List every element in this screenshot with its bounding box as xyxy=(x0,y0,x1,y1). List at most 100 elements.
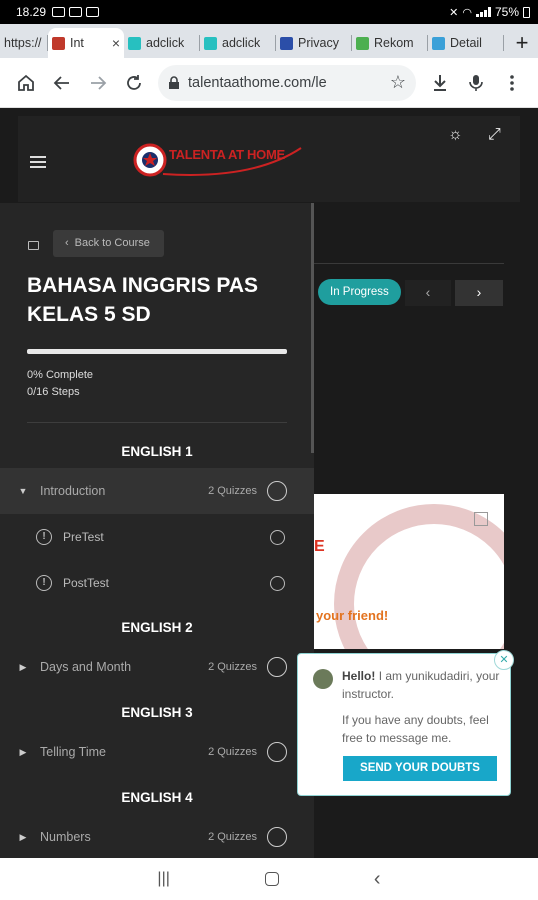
close-tab-icon[interactable]: × xyxy=(112,35,120,51)
completion-circle-icon xyxy=(270,575,285,591)
lesson-name: Numbers xyxy=(40,830,91,844)
bookmark-star-icon[interactable]: ☆ xyxy=(390,72,406,93)
browser-tab[interactable]: Detail xyxy=(428,28,504,58)
completion-circle-icon xyxy=(267,481,287,501)
quiz-item-pretest[interactable]: ! PreTest xyxy=(0,517,314,557)
url-text: talentaathome.com/le xyxy=(188,74,327,91)
download-icon xyxy=(434,74,446,91)
sidebar-scrollbar[interactable] xyxy=(311,203,314,453)
tab-title: adclick xyxy=(222,36,261,50)
caret-right-icon: ▶ xyxy=(19,661,27,672)
screen-icon xyxy=(69,7,83,17)
broken-image-icon xyxy=(474,512,488,526)
lesson-name: Days and Month xyxy=(40,660,132,674)
battery-icon xyxy=(523,6,530,18)
tab-favicon-icon xyxy=(280,36,293,50)
lesson-image: E your friend! xyxy=(314,494,504,649)
tab-favicon-icon xyxy=(128,36,141,50)
reload-button[interactable] xyxy=(116,65,152,101)
instructor-chat-popup: ✕ Hello! I am yunikudadiri, your instruc… xyxy=(297,650,514,796)
lesson-item-introduction[interactable]: ▼ Introduction 2 Quizzes xyxy=(0,468,314,514)
hamburger-menu-icon[interactable] xyxy=(30,156,46,168)
tab-title: adclick xyxy=(146,36,185,50)
tab-title: Int xyxy=(70,36,84,50)
content-divider xyxy=(314,263,504,264)
quiz-icon: ! xyxy=(36,529,52,545)
lesson-item-telling-time[interactable]: ▶ Telling Time 2 Quizzes xyxy=(0,729,314,775)
browser-tab[interactable]: Int × xyxy=(48,28,124,58)
voice-search-button[interactable] xyxy=(458,65,494,101)
quiz-name: PostTest xyxy=(63,576,110,590)
progress-steps: 0/16 Steps xyxy=(27,386,80,398)
new-tab-button[interactable]: + xyxy=(506,28,538,58)
previous-lesson-button[interactable]: ‹ xyxy=(405,280,451,306)
completion-circle-icon xyxy=(267,657,287,677)
progress-percent: 0% Complete xyxy=(27,369,94,381)
next-lesson-button[interactable]: › xyxy=(455,280,503,306)
tab-strip: https:// Int × adclick adclick Privacy Rekom De… xyxy=(0,24,538,58)
completion-circle-icon xyxy=(267,742,287,762)
wifi-icon: ◠ xyxy=(462,6,472,19)
section-heading: ENGLISH 2 xyxy=(121,620,193,635)
quiz-count: 2 Quizzes xyxy=(208,661,257,673)
status-time: 18.29 xyxy=(16,5,47,19)
browser-tab[interactable]: adclick xyxy=(200,28,276,58)
quiz-name: PreTest xyxy=(63,530,104,544)
caret-right-icon: ▶ xyxy=(19,831,27,842)
section-heading: ENGLISH 4 xyxy=(121,790,193,805)
logo-text: TALENTA AT HOME xyxy=(169,147,285,162)
tab-title: https:// xyxy=(4,36,42,50)
browser-tab[interactable]: Privacy xyxy=(276,28,352,58)
address-bar[interactable]: talentaathome.com/le ☆ xyxy=(158,64,416,101)
forward-button[interactable] xyxy=(80,65,116,101)
system-nav-bar: ||| ‹ xyxy=(0,858,538,900)
system-back-icon[interactable]: ‹ xyxy=(374,868,381,891)
lesson-item-days-and-month[interactable]: ▶ Days and Month 2 Quizzes xyxy=(0,644,314,690)
browser-tab[interactable]: adclick xyxy=(124,28,200,58)
microphone-icon xyxy=(469,74,483,91)
chat-greeting: Hello! I am yunikudadiri, your instructo… xyxy=(342,667,502,703)
site-logo[interactable]: TALENTA AT HOME xyxy=(133,140,308,180)
message-icon xyxy=(52,7,66,17)
send-doubts-button[interactable]: SEND YOUR DOUBTS xyxy=(343,756,497,781)
browser-tab[interactable]: Rekom xyxy=(352,28,428,58)
recent-apps-icon[interactable]: ||| xyxy=(157,870,169,888)
brightness-icon[interactable]: ☼ xyxy=(448,126,463,144)
home-button[interactable] xyxy=(8,65,44,101)
section-heading: ENGLISH 1 xyxy=(121,444,193,459)
back-to-course-button[interactable]: ‹ Back to Course xyxy=(53,230,164,257)
browser-tab[interactable]: https:// xyxy=(0,28,48,58)
home-icon xyxy=(18,74,34,91)
arrow-right-icon xyxy=(91,75,107,90)
battery-level: 75% xyxy=(494,5,519,19)
course-sidebar: ‹ Back to Course BAHASA INGGRIS PAS KELAS… xyxy=(0,203,314,858)
quiz-item-posttest[interactable]: ! PostTest xyxy=(0,563,314,603)
image-caption: your friend! xyxy=(316,608,389,623)
tab-title: Privacy xyxy=(298,36,339,50)
back-button[interactable] xyxy=(44,65,80,101)
menu-button[interactable] xyxy=(494,65,530,101)
download-button[interactable] xyxy=(422,65,458,101)
lesson-item-numbers[interactable]: ▶ Numbers 2 Quizzes xyxy=(0,814,314,858)
tab-title: Rekom xyxy=(374,36,414,50)
more-vert-icon xyxy=(510,74,514,91)
signal-icon xyxy=(475,7,491,17)
site-header: TALENTA AT HOME ☼ ⤢ xyxy=(18,116,520,202)
tab-favicon-icon xyxy=(204,36,217,50)
caret-down-icon: ▼ xyxy=(18,486,28,496)
mute-icon: ✕ xyxy=(449,6,459,19)
home-circle-icon[interactable] xyxy=(264,872,279,886)
reload-icon xyxy=(127,74,141,90)
chat-message: If you have any doubts, feel free to mes… xyxy=(342,713,489,745)
fullscreen-icon[interactable]: ⤢ xyxy=(488,126,501,144)
web-page: TALENTA AT HOME ☼ ⤢ In Progress ‹ › E yo… xyxy=(0,108,538,858)
avatar xyxy=(313,669,333,689)
tab-favicon-icon xyxy=(356,36,369,50)
course-title: BAHASA INGGRIS PAS KELAS 5 SD xyxy=(27,274,259,326)
status-bar: 18.29 ✕ ◠ 75% xyxy=(0,0,538,24)
chat-hello: Hello! xyxy=(342,669,376,683)
sidebar-toggle-icon[interactable] xyxy=(28,241,39,250)
section-heading: ENGLISH 3 xyxy=(121,705,193,720)
chevron-left-icon: ‹ xyxy=(65,237,69,249)
photo-icon xyxy=(86,7,100,17)
